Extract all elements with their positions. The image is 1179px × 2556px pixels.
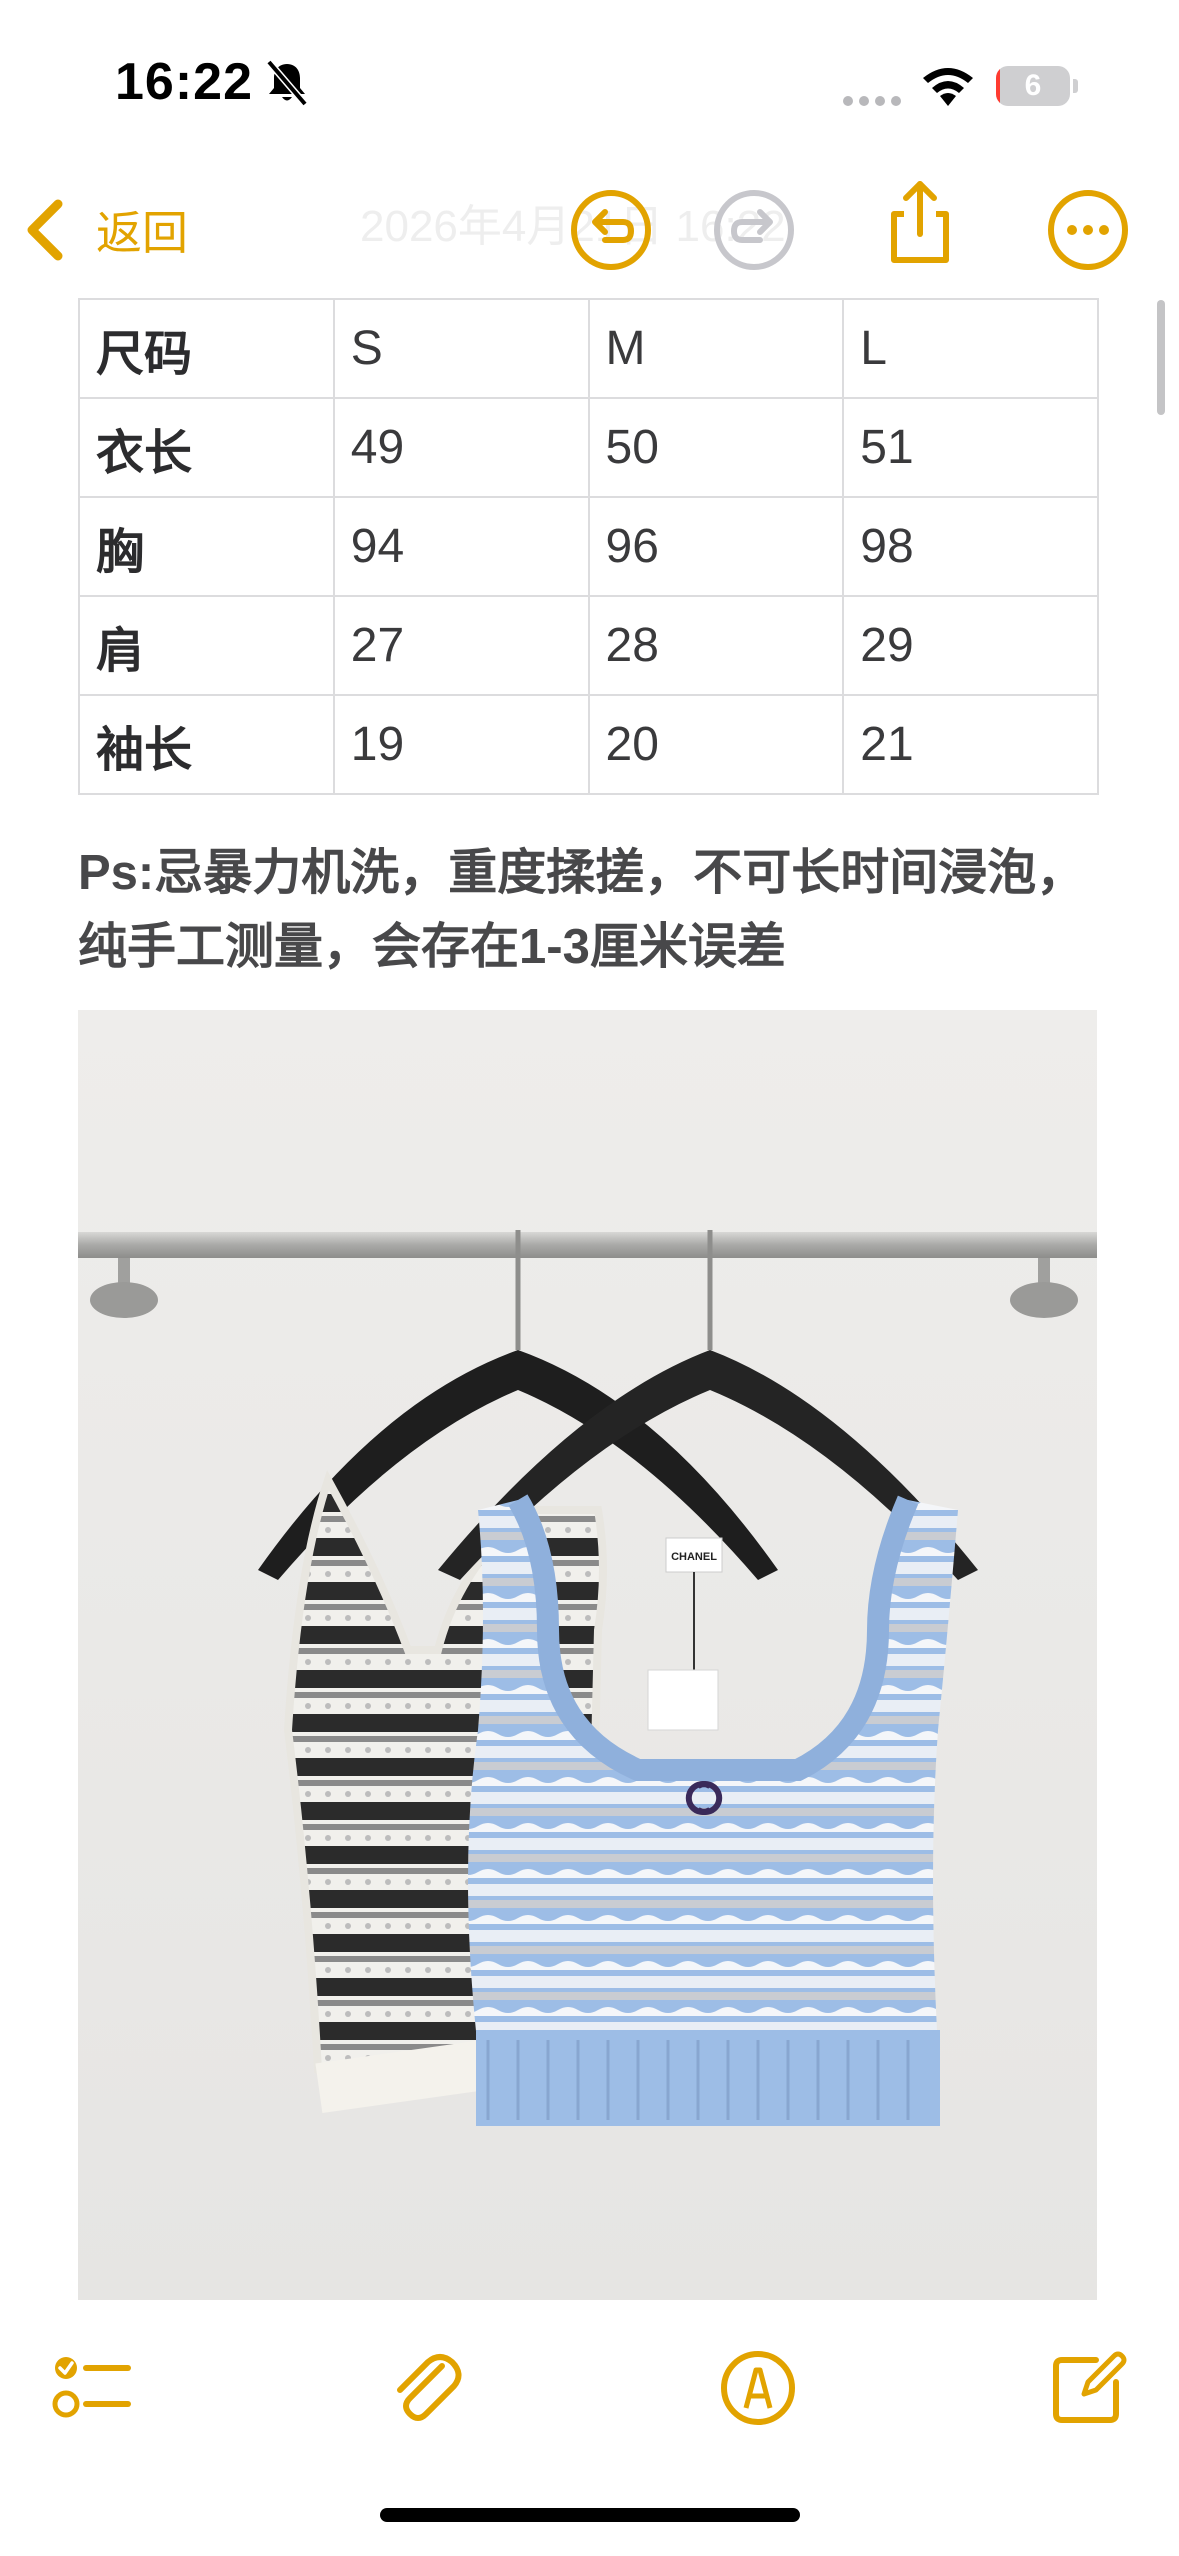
navigation-bar: 返回 2026年4月21日 16:22: [0, 170, 1179, 290]
table-cell[interactable]: 胸: [78, 496, 335, 597]
table-row: 袖长 19 20 21: [78, 694, 1099, 795]
table-cell[interactable]: 袖长: [78, 694, 335, 795]
more-icon[interactable]: [1042, 184, 1134, 276]
table-row: 肩 27 28 29: [78, 595, 1099, 696]
size-table[interactable]: 尺码 S M L 衣长 49 50 51 胸 94 96 98 肩 27 28 …: [78, 298, 1099, 795]
table-cell[interactable]: S: [332, 298, 590, 399]
redo-icon[interactable]: [708, 184, 800, 276]
paperclip-icon[interactable]: [386, 2348, 466, 2428]
table-row: 衣长 49 50 51: [78, 397, 1099, 498]
back-button[interactable]: 返回: [24, 190, 188, 270]
product-photo[interactable]: CHANEL: [78, 1010, 1097, 2300]
markup-pen-icon[interactable]: [718, 2348, 798, 2428]
table-row: 胸 94 96 98: [78, 496, 1099, 597]
table-cell[interactable]: 尺码: [78, 298, 335, 399]
status-bar: 16:22 6: [0, 0, 1179, 170]
table-cell[interactable]: 50: [587, 397, 845, 498]
wifi-icon: [923, 68, 973, 106]
table-cell[interactable]: 51: [842, 397, 1099, 498]
chevron-left-icon: [27, 199, 63, 261]
product-photo-illustration: CHANEL: [78, 1010, 1097, 2300]
checklist-icon[interactable]: [52, 2348, 132, 2428]
table-cell[interactable]: 27: [332, 595, 590, 696]
table-cell[interactable]: 21: [842, 694, 1099, 795]
table-cell[interactable]: 衣长: [78, 397, 335, 498]
brand-label: CHANEL: [671, 1551, 717, 1563]
cellular-signal-icon: [843, 96, 901, 106]
table-row: 尺码 S M L: [78, 298, 1099, 399]
note-body-text[interactable]: Ps:忌暴力机洗，重度揉搓，不可长时间浸泡， 纯手工测量，会存在1-3厘米误差: [78, 836, 1138, 984]
back-label: 返回: [96, 207, 188, 259]
table-cell[interactable]: 肩: [78, 595, 335, 696]
table-cell[interactable]: 29: [842, 595, 1099, 696]
share-icon[interactable]: [874, 176, 966, 268]
table-cell[interactable]: 98: [842, 496, 1099, 597]
compose-icon[interactable]: [1048, 2348, 1128, 2428]
status-time: 16:22: [115, 53, 253, 111]
table-cell[interactable]: 96: [587, 496, 845, 597]
home-indicator[interactable]: [380, 2508, 800, 2522]
undo-icon[interactable]: [565, 184, 657, 276]
table-cell[interactable]: M: [587, 298, 845, 399]
table-cell[interactable]: 49: [332, 397, 590, 498]
bottom-toolbar: [0, 2320, 1179, 2460]
table-cell[interactable]: 20: [587, 694, 845, 795]
table-cell[interactable]: 94: [332, 496, 590, 597]
table-cell[interactable]: L: [842, 298, 1099, 399]
battery-level: 6: [1024, 69, 1042, 102]
table-cell[interactable]: 28: [587, 595, 845, 696]
note-line: Ps:忌暴力机洗，重度揉搓，不可长时间浸泡，: [78, 846, 1086, 900]
table-cell[interactable]: 19: [332, 694, 590, 795]
battery-icon: 6: [996, 66, 1078, 106]
scroll-indicator[interactable]: [1157, 300, 1165, 415]
note-line: 纯手工测量，会存在1-3厘米误差: [78, 920, 786, 974]
bell-slash-icon: [266, 60, 308, 106]
